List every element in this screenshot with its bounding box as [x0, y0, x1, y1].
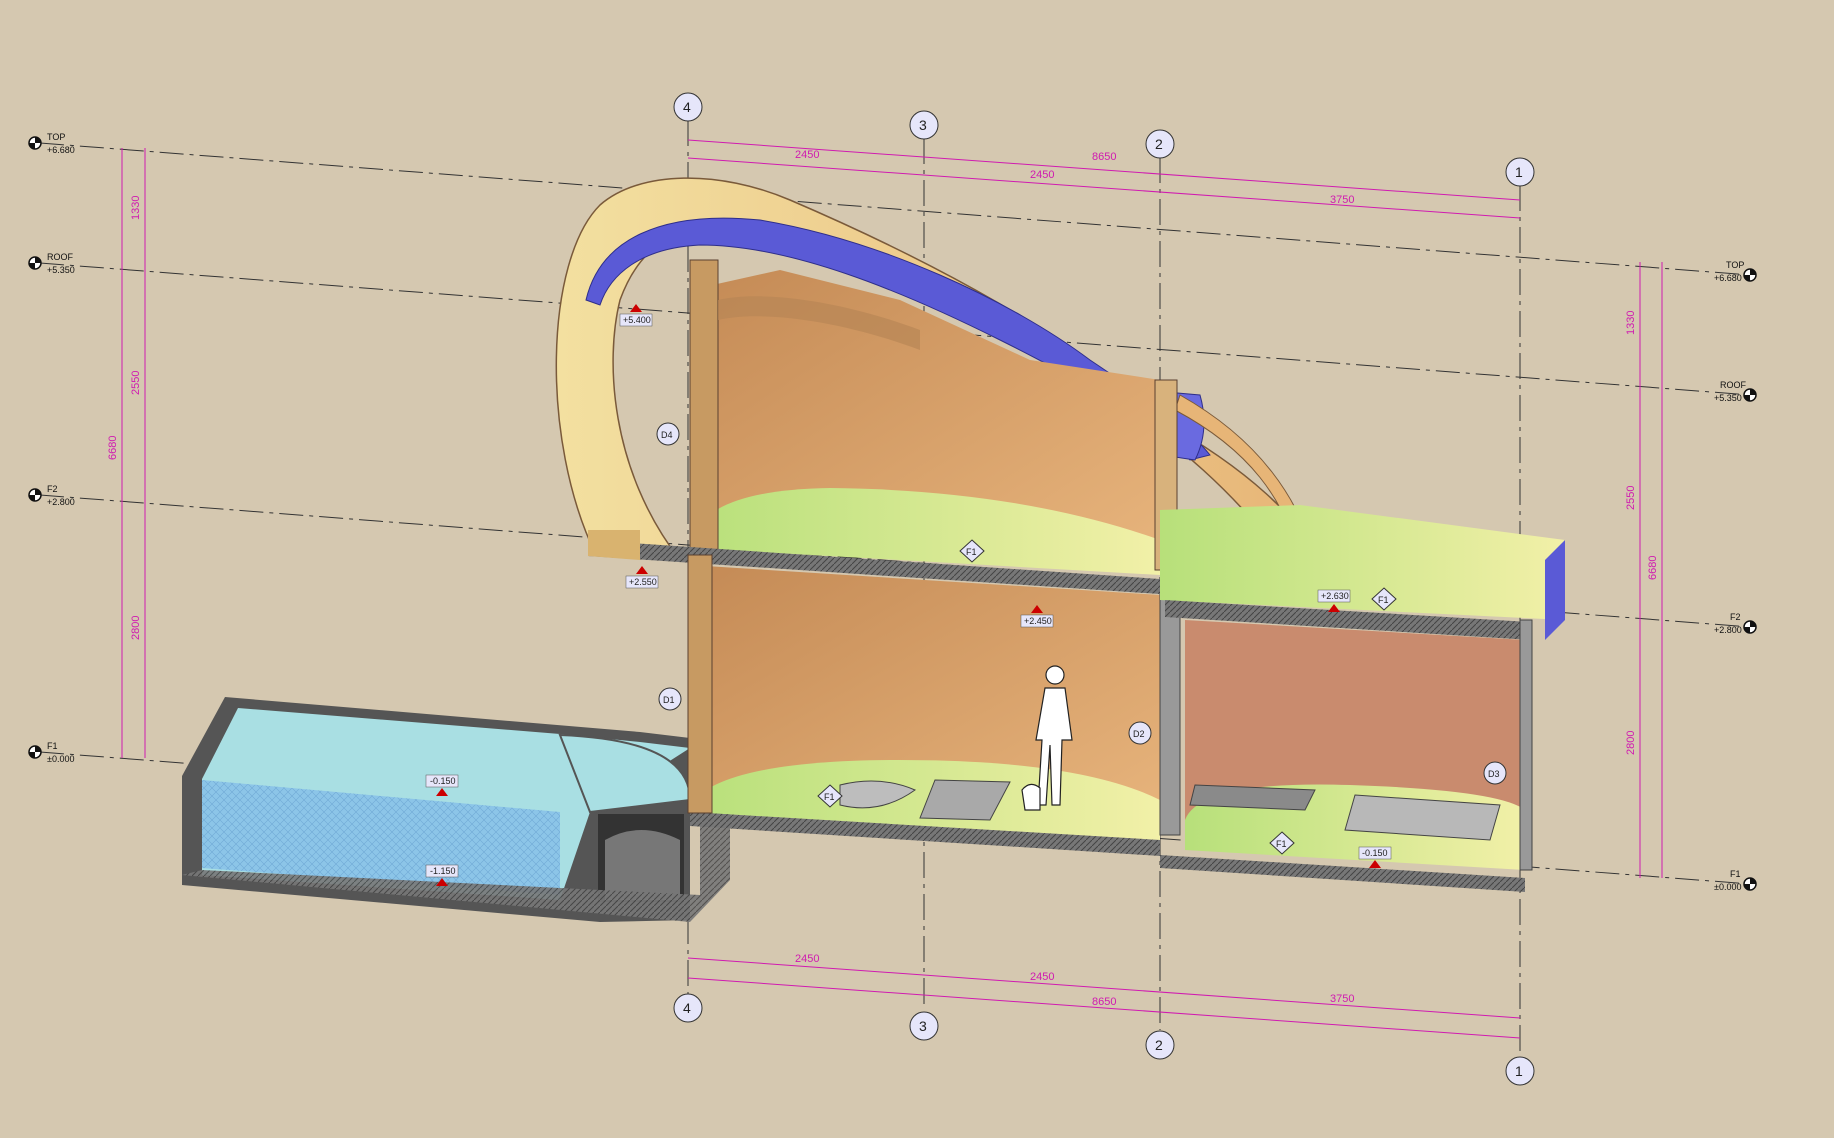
grid-bubble-3-bottom: 3 — [909, 1011, 939, 1041]
dim-right-total: 6680 — [1647, 556, 1659, 580]
tag-d1: D1 — [658, 687, 682, 711]
dim-right-top: 1330 — [1625, 311, 1637, 335]
svg-text:D2: D2 — [1133, 729, 1145, 739]
section-svg: 2450 2450 3750 8650 2450 2450 3750 8650 … — [28, 92, 1757, 1086]
dim-left-total: 6680 — [107, 436, 119, 460]
grid-bubbles-top: 4 3 2 1 — [673, 92, 1535, 187]
grid-label: 2 — [1155, 136, 1163, 152]
level-markers-right: TOP +6.680 ROOF +5.350 F2 +2.800 F1 ±0.0… — [1714, 260, 1757, 892]
grid-label: 4 — [683, 99, 691, 115]
svg-text:F1: F1 — [1276, 839, 1287, 849]
tag-d2: D2 — [1128, 721, 1152, 745]
level-value: +2.800 — [1714, 625, 1742, 635]
level-name: F2 — [1730, 612, 1741, 622]
svg-text:+2.550: +2.550 — [629, 577, 657, 587]
grid-label: 3 — [919, 1018, 927, 1034]
svg-text:+5.400: +5.400 — [623, 315, 651, 325]
right-wing — [1160, 505, 1565, 892]
svg-text:+2.450: +2.450 — [1024, 616, 1052, 626]
grid-label: 2 — [1155, 1037, 1163, 1053]
svg-text:D1: D1 — [663, 695, 675, 705]
dim-left-top: 1330 — [130, 196, 142, 220]
dim-left-low: 2800 — [130, 616, 142, 640]
lower-room — [687, 554, 1181, 856]
level-name: F1 — [47, 741, 58, 751]
level-value: ±0.000 — [1714, 882, 1741, 892]
dim-bottom-3: 3750 — [1330, 993, 1354, 1005]
level-value: ±0.000 — [47, 754, 74, 764]
grid-label: 1 — [1515, 164, 1523, 180]
svg-text:+2.630: +2.630 — [1321, 591, 1349, 601]
level-value: +2.800 — [47, 497, 75, 507]
grid-bubble-3-top: 3 — [909, 110, 939, 140]
level-value: +5.350 — [1714, 393, 1742, 403]
grid-bubble-4-top: 4 — [673, 92, 703, 122]
svg-text:D3: D3 — [1488, 769, 1500, 779]
level-markers-left: TOP +6.680 ROOF +5.350 F2 +2.800 F1 ±0.0… — [28, 132, 75, 764]
section-drawing: 2450 2450 3750 8650 2450 2450 3750 8650 … — [0, 0, 1834, 1133]
level-value: +6.680 — [1714, 273, 1742, 283]
dim-right-mid: 2550 — [1625, 486, 1637, 510]
pool — [182, 697, 730, 922]
level-value: +5.350 — [47, 265, 75, 275]
dims-top: 2450 2450 3750 8650 — [795, 149, 1354, 206]
svg-text:F1: F1 — [966, 547, 977, 557]
svg-text:D4: D4 — [661, 430, 673, 440]
level-name: ROOF — [47, 252, 74, 262]
tag-d3: D3 — [1483, 761, 1507, 785]
dim-right-low: 2800 — [1625, 731, 1637, 755]
dims-left: 1330 2550 2800 6680 — [107, 196, 142, 640]
svg-text:-1.150: -1.150 — [430, 866, 456, 876]
dim-top-3: 3750 — [1330, 194, 1354, 206]
dim-bottom-1: 2450 — [795, 953, 819, 965]
level-roof-right: ROOF +5.350 — [1714, 380, 1757, 403]
dims-right: 1330 2550 2800 6680 — [1625, 311, 1659, 755]
level-f1-right: F1 ±0.000 — [1714, 869, 1757, 892]
level-name: TOP — [1726, 260, 1744, 270]
grid-bubble-2-top: 2 — [1145, 129, 1175, 159]
grid-label: 1 — [1515, 1063, 1523, 1079]
dim-bottom-2: 2450 — [1030, 971, 1054, 983]
level-top-right: TOP +6.680 — [1714, 260, 1757, 283]
dim-top-2: 2450 — [1030, 169, 1054, 181]
level-name: TOP — [47, 132, 65, 142]
dim-bottom-total: 8650 — [1092, 996, 1116, 1008]
tag-d4: D4 — [656, 422, 680, 446]
grid-bubble-1-top: 1 — [1505, 157, 1535, 187]
grid-bubble-4-bottom: 4 — [673, 993, 703, 1023]
elevation-e7: -0.150 — [1358, 846, 1392, 868]
level-name: F1 — [1730, 869, 1741, 879]
grid-bubble-2-bottom: 2 — [1145, 1030, 1175, 1060]
level-name: ROOF — [1720, 380, 1747, 390]
grid-label: 4 — [683, 1000, 691, 1016]
dim-top-total: 8650 — [1092, 151, 1116, 163]
svg-text:-0.150: -0.150 — [430, 776, 456, 786]
dim-left-mid: 2550 — [130, 371, 142, 395]
grid-label: 3 — [919, 117, 927, 133]
elevation-e1: +5.400 — [619, 304, 653, 327]
level-f2-right: F2 +2.800 — [1714, 612, 1757, 635]
elevation-e2: +2.550 — [625, 566, 659, 589]
dim-top-1: 2450 — [795, 149, 819, 161]
svg-text:-0.150: -0.150 — [1362, 848, 1388, 858]
svg-text:F1: F1 — [1378, 595, 1389, 605]
grid-bubble-1-bottom: 1 — [1505, 1056, 1535, 1086]
svg-text:F1: F1 — [824, 792, 835, 802]
level-value: +6.680 — [47, 145, 75, 155]
level-name: F2 — [47, 484, 58, 494]
